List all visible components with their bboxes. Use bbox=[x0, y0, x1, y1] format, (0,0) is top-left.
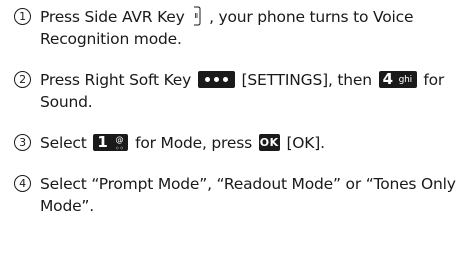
instruction-steps: 1 Press Side AVR Key , your phone turns … bbox=[14, 6, 458, 217]
ok-key-icon: OK bbox=[258, 134, 280, 151]
step-2-text-middle: [SETTINGS], then bbox=[241, 71, 373, 89]
step-number-3: 3 bbox=[14, 134, 31, 151]
keypad-1-digit: 1 bbox=[97, 133, 108, 151]
step-3-text-start: Select bbox=[40, 134, 87, 152]
keypad-4-letters: ghi bbox=[398, 75, 413, 85]
keypad-4-ghi-icon: 4 ghi bbox=[378, 70, 417, 88]
step-4: 4 Select “Prompt Mode”, “Readout Mode” o… bbox=[14, 173, 458, 217]
step-1: 1 Press Side AVR Key , your phone turns … bbox=[14, 6, 458, 50]
step-4-text: Select “Prompt Mode”, “Readout Mode” or … bbox=[40, 175, 456, 215]
step-2-text-start: Press Right Soft Key bbox=[40, 71, 192, 89]
step-number-4: 4 bbox=[14, 175, 31, 192]
step-3-text-end: [OK]. bbox=[286, 134, 325, 152]
step-number-2: 2 bbox=[14, 71, 31, 88]
keypad-1-voicemail-icon: 1 @ ◦◦ bbox=[93, 133, 129, 153]
right-soft-key-dots-icon bbox=[197, 71, 235, 88]
step-3-text-middle: for Mode, press bbox=[135, 134, 252, 152]
step-3: 3 Select 1 @ ◦◦ for Mode, press OK [OK]. bbox=[14, 132, 458, 154]
voicemail-symbol-icon: @ ◦◦ bbox=[114, 135, 124, 153]
keypad-4-digit: 4 bbox=[382, 70, 393, 88]
step-number-1: 1 bbox=[14, 8, 31, 25]
side-avr-key-icon bbox=[194, 6, 201, 26]
ok-key-label: OK bbox=[259, 136, 279, 149]
step-2: 2 Press Right Soft Key [SETTINGS], then … bbox=[14, 69, 458, 113]
step-1-text-start: Press Side AVR Key bbox=[40, 8, 185, 26]
